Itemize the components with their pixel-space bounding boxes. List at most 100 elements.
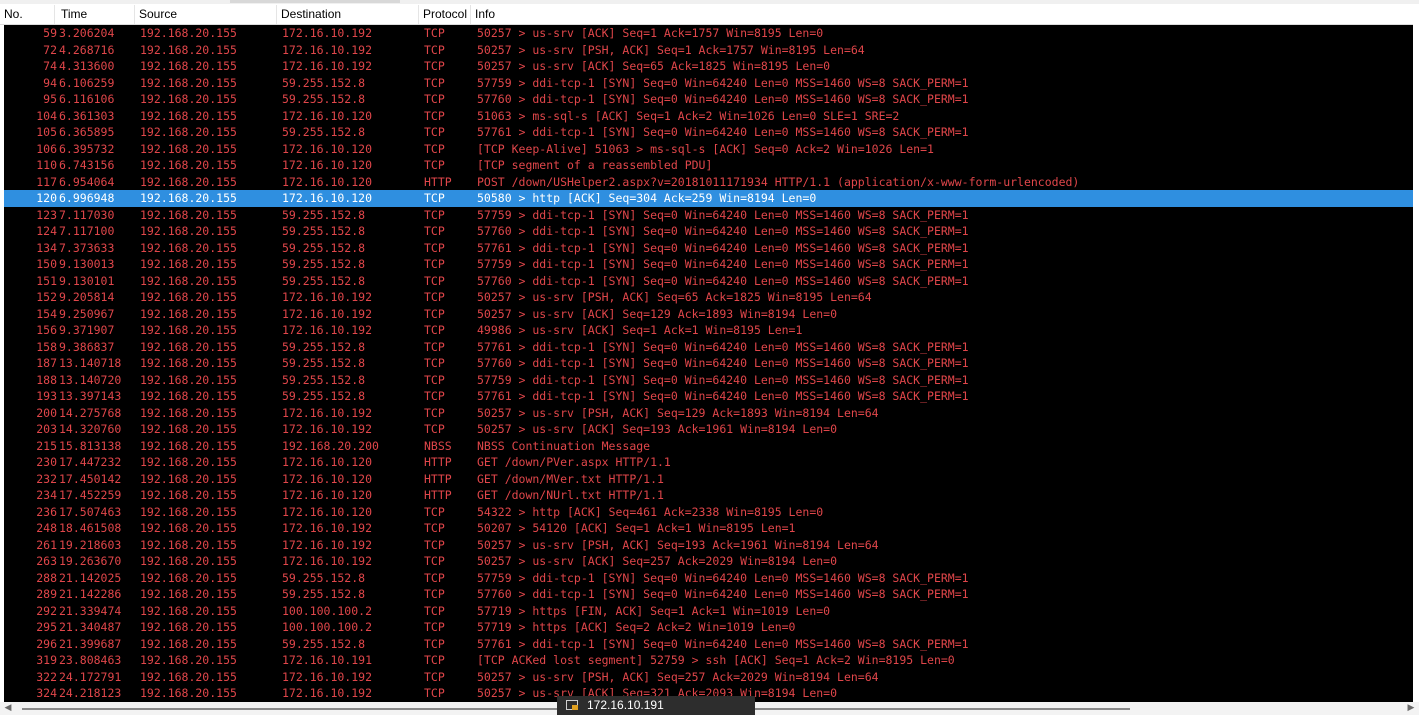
packet-source: 192.168.20.155 <box>140 191 237 205</box>
packet-info: 50257 > us-srv [ACK] Seq=129 Ack=1893 Wi… <box>477 306 838 321</box>
packet-row[interactable]: 134 7.373633 192.168.20.155 59.255.152.8 TCP… <box>4 239 1413 256</box>
column-header-info[interactable]: Info <box>471 5 1413 24</box>
packet-protocol: HTTP <box>424 471 452 486</box>
packet-row[interactable]: 150 9.130013 192.168.20.155 59.255.152.8 TCP… <box>4 256 1413 273</box>
packet-row[interactable]: 296 21.399687 192.168.20.155 59.255.152.8 TC… <box>4 635 1413 652</box>
packet-row[interactable]: 288 21.142025 192.168.20.155 59.255.152.8 TC… <box>4 569 1413 586</box>
vertical-scroll-track[interactable] <box>1413 25 1419 702</box>
packet-row[interactable]: 152 9.205814 192.168.20.155 172.16.10.192 TC… <box>4 289 1413 306</box>
splitter-handle[interactable] <box>230 0 400 3</box>
packet-time: 3.206204 <box>59 26 115 40</box>
packet-row[interactable]: 319 23.808463 192.168.20.155 172.16.10.191 T… <box>4 652 1413 669</box>
packet-row[interactable]: 187 13.140718 192.168.20.155 59.255.152.8 TC… <box>4 355 1413 372</box>
packet-row[interactable]: 215 15.813138 192.168.20.155 192.168.20.200… <box>4 437 1413 454</box>
packet-destination: 59.255.152.8 <box>282 356 366 370</box>
packet-row[interactable]: 95 6.116106 192.168.20.155 59.255.152.8 TCP 5… <box>4 91 1413 108</box>
packet-time: 6.395732 <box>59 141 115 156</box>
packet-row[interactable]: 292 21.339474 192.168.20.155 100.100.100.2 T… <box>4 602 1413 619</box>
packet-protocol: TCP <box>424 405 445 420</box>
packet-protocol: HTTP <box>424 488 452 502</box>
packet-protocol: TCP <box>424 42 445 57</box>
packet-source: 192.168.20.155 <box>140 488 237 502</box>
packet-row[interactable]: 158 9.386837 192.168.20.155 59.255.152.8 TCP… <box>4 338 1413 355</box>
packet-row[interactable]: 123 7.117030 192.168.20.155 59.255.152.8 TCP… <box>4 206 1413 223</box>
packet-protocol: TCP <box>424 59 445 73</box>
packet-no: 95 <box>43 92 57 106</box>
packet-no: 59 <box>43 26 57 40</box>
packet-destination: 59.255.152.8 <box>282 587 366 601</box>
packet-row[interactable]: 154 9.250967 192.168.20.155 172.16.10.192 TC… <box>4 305 1413 322</box>
packet-row[interactable]: 59 3.206204 192.168.20.155 172.16.10.192 TCP… <box>4 25 1413 42</box>
packet-row[interactable]: 203 14.320760 192.168.20.155 172.16.10.192 T… <box>4 421 1413 438</box>
packet-source: 192.168.20.155 <box>140 636 237 651</box>
column-header-time[interactable]: Time <box>57 5 135 24</box>
packet-protocol: TCP <box>424 620 445 634</box>
packet-row[interactable]: 236 17.507463 192.168.20.155 172.16.10.120 T… <box>4 503 1413 520</box>
scroll-left-icon[interactable]: ◀ <box>2 702 14 715</box>
column-header-destination[interactable]: Destination <box>277 5 419 24</box>
packet-no: 193 <box>36 389 57 403</box>
packet-row[interactable]: 72 4.268716 192.168.20.155 172.16.10.192 TCP… <box>4 41 1413 58</box>
packet-info: 50207 > 54120 [ACK] Seq=1 Ack=1 Win=8195… <box>477 521 796 535</box>
packet-row[interactable]: 110 6.743156 192.168.20.155 172.16.10.120 TC… <box>4 157 1413 174</box>
packet-no: 154 <box>36 306 57 321</box>
packet-source: 192.168.20.155 <box>140 554 237 568</box>
packet-row[interactable]: 188 13.140720 192.168.20.155 59.255.152.8 TC… <box>4 371 1413 388</box>
packet-no: 288 <box>36 570 57 585</box>
packet-source: 192.168.20.155 <box>140 620 237 634</box>
packet-row[interactable]: 289 21.142286 192.168.20.155 59.255.152.8 TC… <box>4 586 1413 603</box>
packet-no: 232 <box>36 471 57 486</box>
packet-source: 192.168.20.155 <box>140 405 237 420</box>
packet-list-header: No. Time Source Destination Protocol Inf… <box>0 5 1413 25</box>
packet-no: 236 <box>36 504 57 519</box>
packet-info: POST /down/USHelper2.aspx?v=201810111719… <box>477 174 1080 189</box>
packet-row[interactable]: 94 6.106259 192.168.20.155 59.255.152.8 TCP 5… <box>4 74 1413 91</box>
packet-no: 248 <box>36 521 57 535</box>
packet-time: 21.142025 <box>59 570 122 585</box>
packet-destination: 59.255.152.8 <box>282 207 366 222</box>
packet-destination: 172.16.10.192 <box>282 59 373 73</box>
packet-row[interactable]: 263 19.263670 192.168.20.155 172.16.10.192 T… <box>4 553 1413 570</box>
packet-source: 192.168.20.155 <box>140 504 237 519</box>
packet-destination: 172.16.10.120 <box>282 504 373 519</box>
packet-destination: 59.255.152.8 <box>282 273 366 288</box>
packet-row[interactable]: 234 17.452259 192.168.20.155 172.16.10.120 H… <box>4 487 1413 504</box>
packet-time: 7.117100 <box>59 224 115 238</box>
column-header-source[interactable]: Source <box>135 5 277 24</box>
packet-time: 4.313600 <box>59 59 115 73</box>
packet-row[interactable]: 105 6.365895 192.168.20.155 59.255.152.8 TCP… <box>4 124 1413 141</box>
selected-packet-row[interactable]: 120 6.996948 192.168.20.155 172.16.10.120 TC… <box>4 190 1413 207</box>
packet-info: 57761 > ddi-tcp-1 [SYN] Seq=0 Win=64240 … <box>477 125 969 139</box>
column-header-no[interactable]: No. <box>0 5 55 24</box>
packet-row[interactable]: 248 18.461508 192.168.20.155 172.16.10.192 T… <box>4 520 1413 537</box>
packet-row[interactable]: 200 14.275768 192.168.20.155 172.16.10.192 T… <box>4 404 1413 421</box>
packet-destination: 172.16.10.120 <box>282 174 373 189</box>
packet-info: 57760 > ddi-tcp-1 [SYN] Seq=0 Win=64240 … <box>477 224 969 238</box>
packet-row[interactable]: 106 6.395732 192.168.20.155 172.16.10.120 TC… <box>4 140 1413 157</box>
packet-row[interactable]: 124 7.117100 192.168.20.155 59.255.152.8 TCP… <box>4 223 1413 240</box>
packet-row[interactable]: 232 17.450142 192.168.20.155 172.16.10.120 H… <box>4 470 1413 487</box>
packet-row[interactable]: 322 24.172791 192.168.20.155 172.16.10.192 T… <box>4 668 1413 685</box>
packet-row[interactable]: 104 6.361303 192.168.20.155 172.16.10.120 TC… <box>4 107 1413 124</box>
packet-time: 21.142286 <box>59 587 122 601</box>
packet-protocol: TCP <box>424 372 445 387</box>
packet-no: 94 <box>43 75 57 90</box>
tooltip-text: 172.16.10.191 <box>587 698 664 712</box>
packet-row[interactable]: 156 9.371907 192.168.20.155 172.16.10.192 TC… <box>4 322 1413 339</box>
scroll-right-icon[interactable]: ▶ <box>1405 702 1417 715</box>
packet-row[interactable]: 295 21.340487 192.168.20.155 100.100.100.2 T… <box>4 619 1413 636</box>
packet-row[interactable]: 74 4.313600 192.168.20.155 172.16.10.192 TCP… <box>4 58 1413 75</box>
packet-row[interactable]: 261 19.218603 192.168.20.155 172.16.10.192 T… <box>4 536 1413 553</box>
packet-protocol: TCP <box>424 323 445 337</box>
packet-info: 50580 > http [ACK] Seq=304 Ack=259 Win=8… <box>477 191 817 205</box>
packet-row[interactable]: 117 6.954064 192.168.20.155 172.16.10.120 HT… <box>4 173 1413 190</box>
packet-row[interactable]: 151 9.130101 192.168.20.155 59.255.152.8 TCP… <box>4 272 1413 289</box>
packet-source: 192.168.20.155 <box>140 669 237 684</box>
packet-info: 57759 > ddi-tcp-1 [SYN] Seq=0 Win=64240 … <box>477 257 969 271</box>
packet-row[interactable]: 193 13.397143 192.168.20.155 59.255.152.8 TC… <box>4 388 1413 405</box>
packet-row[interactable]: 230 17.447232 192.168.20.155 172.16.10.120 H… <box>4 454 1413 471</box>
packet-source: 192.168.20.155 <box>140 59 237 73</box>
packet-time: 6.743156 <box>59 158 115 172</box>
packet-destination: 172.16.10.191 <box>282 653 373 667</box>
column-header-protocol[interactable]: Protocol <box>419 5 471 24</box>
